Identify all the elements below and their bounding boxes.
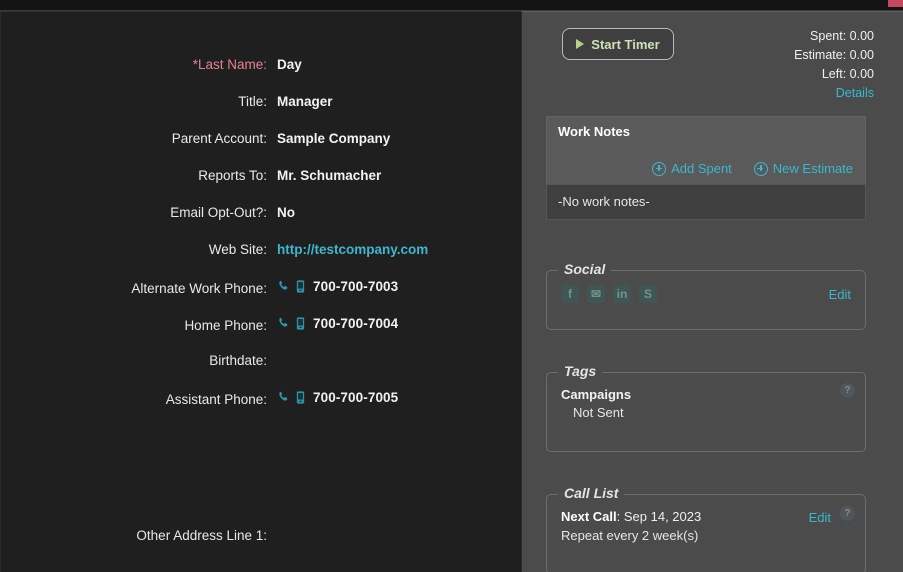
field-label: Assistant Phone:: [165, 392, 267, 407]
new-estimate-button[interactable]: New Estimate: [753, 161, 853, 176]
help-icon[interactable]: ?: [840, 506, 855, 521]
timer-estimate-row: Estimate: 0.00: [794, 46, 874, 65]
field-value: Manager: [277, 94, 333, 109]
timer-details-link[interactable]: Details: [794, 84, 874, 103]
close-window-button[interactable]: [888, 0, 903, 7]
telephone-icon: [279, 317, 288, 327]
linkedin-icon[interactable]: in: [613, 285, 631, 303]
tags-section: Tags Campaigns Not Sent ?: [546, 363, 866, 452]
twitter-icon[interactable]: ✉: [587, 285, 605, 303]
field-value[interactable]: 700-700-7005: [277, 390, 398, 405]
timer-spent-label: Spent:: [810, 29, 847, 43]
field-row: Birthdate:: [1, 353, 521, 390]
work-notes-card: Work Notes Add Spent New Estimate -No wo…: [546, 116, 866, 220]
field-row: *Last Name: Day: [1, 57, 521, 94]
call-list-section: Call List Next Call: Sep 14, 2023 Repeat…: [546, 485, 866, 572]
play-icon: [576, 39, 585, 49]
window-titlebar: [0, 0, 903, 11]
call-repeat-text: Repeat every 2 week(s): [561, 528, 699, 543]
add-spent-button[interactable]: Add Spent: [652, 161, 732, 176]
next-call-value: Sep 14, 2023: [623, 509, 702, 524]
start-timer-label: Start Timer: [591, 36, 660, 52]
contact-detail-pane: *Last Name: Day Title: Manager Parent Accoun…: [0, 11, 521, 572]
help-icon[interactable]: ?: [840, 383, 855, 398]
work-notes-empty-text: -No work notes-: [546, 184, 866, 220]
timer-left-label: Left:: [821, 67, 847, 81]
field-row: Reports To: Mr. Schumacher: [1, 168, 521, 205]
field-row-other-address: Other Address Line 1:: [1, 528, 521, 565]
field-label: *Last Name:: [192, 57, 267, 72]
phone-icon-group: [277, 317, 305, 330]
mobile-phone-icon: [296, 280, 305, 293]
next-call-separator: :: [616, 509, 624, 524]
social-section: Social f ✉ in S Edit: [546, 261, 866, 330]
field-label: Alternate Work Phone:: [131, 281, 267, 296]
new-estimate-label: New Estimate: [772, 161, 853, 176]
timer-spent-value: 0.00: [849, 29, 874, 43]
tag-value-campaigns: Not Sent: [573, 405, 624, 420]
field-label: Home Phone:: [184, 318, 267, 333]
mobile-phone-icon: [296, 391, 305, 404]
next-call-row: Next Call: Sep 14, 2023: [561, 509, 851, 524]
field-row: Home Phone: 700-700-7004: [1, 316, 521, 353]
work-notes-header: Work Notes Add Spent New Estimate: [546, 116, 866, 184]
field-value: No: [277, 205, 295, 220]
field-value: Mr. Schumacher: [277, 168, 382, 183]
timer-estimate-label: Estimate:: [794, 48, 847, 62]
app-window: *Last Name: Day Title: Manager Parent Accoun…: [0, 0, 903, 572]
social-icon-list: f ✉ in S: [561, 285, 851, 303]
field-value[interactable]: 700-700-7004: [277, 316, 398, 331]
field-row: Title: Manager: [1, 94, 521, 131]
call-list-edit-link[interactable]: Edit: [809, 510, 831, 525]
field-label: Parent Account:: [171, 131, 267, 146]
work-notes-title: Work Notes: [558, 124, 630, 139]
timer-readout: Spent: 0.00 Estimate: 0.00 Left: 0.00 De…: [794, 27, 874, 103]
field-value[interactable]: 700-700-7003: [277, 279, 398, 294]
field-row: Parent Account: Sample Company: [1, 131, 521, 168]
field-label: Reports To:: [198, 168, 267, 183]
timer-estimate-value: 0.00: [849, 48, 874, 62]
field-label: Birthdate:: [209, 353, 267, 368]
field-label: Title:: [238, 94, 267, 109]
plus-circle-icon: [753, 161, 768, 176]
add-spent-label: Add Spent: [671, 161, 732, 176]
field-value-text: 700-700-7003: [313, 279, 399, 294]
skype-icon[interactable]: S: [639, 285, 657, 303]
tag-name-campaigns: Campaigns: [561, 387, 632, 402]
contact-field-list: *Last Name: Day Title: Manager Parent Accoun…: [1, 57, 521, 427]
sidebar-pane: Start Timer Spent: 0.00 Estimate: 0.00 L…: [521, 11, 903, 572]
mobile-phone-icon: [296, 317, 305, 330]
field-label-other-address-line-1: Other Address Line 1:: [136, 528, 267, 543]
field-label: Email Opt-Out?:: [170, 205, 267, 220]
work-notes-actions: Add Spent New Estimate: [652, 161, 853, 176]
next-call-label: Next Call: [561, 509, 617, 524]
field-value[interactable]: http://testcompany.com: [277, 242, 428, 257]
telephone-icon: [279, 280, 288, 290]
field-row: Email Opt-Out?: No: [1, 205, 521, 242]
timer-left-value: 0.00: [849, 67, 874, 81]
field-row: Web Site: http://testcompany.com: [1, 242, 521, 279]
phone-icon-group: [277, 391, 305, 404]
social-edit-link[interactable]: Edit: [829, 287, 851, 302]
timer-strip: Start Timer Spent: 0.00 Estimate: 0.00 L…: [522, 12, 903, 100]
telephone-icon: [279, 391, 288, 401]
field-value: Day: [277, 57, 302, 72]
field-label: Web Site:: [208, 242, 267, 257]
start-timer-button[interactable]: Start Timer: [562, 28, 674, 60]
plus-circle-icon: [652, 161, 667, 176]
field-value-text: 700-700-7004: [313, 316, 399, 331]
field-row: Alternate Work Phone: 700-700-7003: [1, 279, 521, 316]
timer-spent-row: Spent: 0.00: [794, 27, 874, 46]
facebook-icon[interactable]: f: [561, 285, 579, 303]
field-value-text: 700-700-7005: [313, 390, 399, 405]
field-row: Assistant Phone: 700-700-7005: [1, 390, 521, 427]
timer-left-row: Left: 0.00: [794, 65, 874, 84]
field-value: Sample Company: [277, 131, 391, 146]
phone-icon-group: [277, 280, 305, 293]
